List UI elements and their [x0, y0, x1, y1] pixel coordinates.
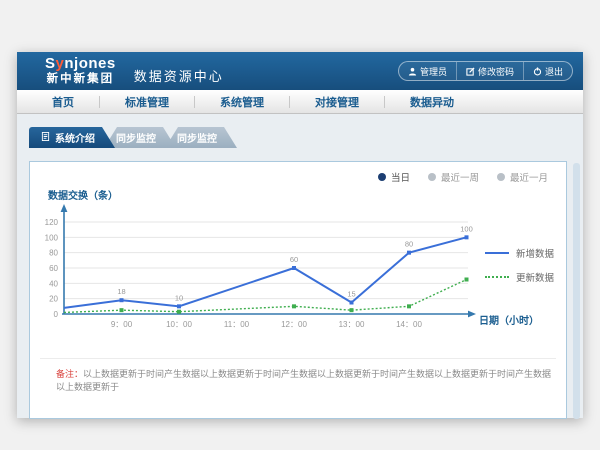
svg-text:100: 100: [45, 233, 59, 242]
edit-icon: [466, 67, 475, 76]
tab-bar: 系统介绍 同步监控 同步监控: [29, 127, 583, 148]
svg-text:80: 80: [405, 240, 413, 249]
nav-item-interface-mgmt[interactable]: 对接管理: [290, 94, 384, 110]
svg-text:60: 60: [290, 255, 298, 264]
brand-pre: S: [45, 55, 56, 72]
tab-sync-monitor-2[interactable]: 同步监控: [165, 127, 237, 148]
radio-label: 最近一周: [441, 170, 479, 184]
tab-system-intro[interactable]: 系统介绍: [29, 127, 115, 148]
nav-item-system-mgmt[interactable]: 系统管理: [195, 94, 289, 110]
brand-name: Synjones: [45, 56, 116, 71]
footnote-text: 以上数据更新于时间产生数据以上数据更新于时间产生数据以上数据更新于时间产生数据以…: [56, 369, 551, 392]
svg-text:40: 40: [49, 279, 58, 288]
footnote-prefix: 备注：: [56, 369, 83, 379]
document-icon: [41, 132, 50, 144]
nav-item-data-change[interactable]: 数据异动: [385, 94, 479, 110]
user-icon: [408, 67, 417, 76]
tab-label: 同步监控: [177, 130, 217, 145]
radio-label: 最近一月: [510, 170, 548, 184]
app-header: Synjones 新中新集团 数据资源中心 管理员 修改密码 退出: [17, 52, 583, 90]
app-window: Synjones 新中新集团 数据资源中心 管理员 修改密码 退出: [17, 52, 583, 418]
legend-update-data: 更新数据: [485, 270, 554, 284]
radio-today[interactable]: 当日: [378, 170, 410, 184]
legend-label: 新增数据: [516, 246, 554, 260]
time-range-filter: 当日 最近一周 最近一月: [378, 170, 548, 184]
scrollbar[interactable]: [573, 163, 580, 419]
radio-last-month[interactable]: 最近一月: [497, 170, 548, 184]
user-label: 管理员: [420, 65, 447, 78]
svg-text:18: 18: [117, 287, 125, 296]
divider: [40, 358, 556, 359]
tab-label: 同步监控: [116, 130, 156, 145]
radio-label: 当日: [391, 170, 410, 184]
footnote: 备注：以上数据更新于时间产生数据以上数据更新于时间产生数据以上数据更新于时间产生…: [56, 368, 552, 393]
radio-dot-icon: [428, 173, 436, 181]
user-menu: 管理员 修改密码 退出: [398, 61, 573, 81]
svg-text:20: 20: [49, 295, 58, 304]
main-nav: 首页 标准管理 系统管理 对接管理 数据异动: [17, 90, 583, 114]
current-user-button[interactable]: 管理员: [399, 62, 456, 80]
legend-new-data: 新增数据: [485, 246, 554, 260]
line-chart: 0 20 40 60 80 100 120 9：00 10：00 11：00 12：00 13：00 1…: [38, 190, 558, 340]
company-logo: Synjones 新中新集团: [45, 56, 116, 86]
svg-text:11：00: 11：00: [224, 320, 250, 329]
svg-text:14：00: 14：00: [396, 320, 422, 329]
chart-container: 0 20 40 60 80 100 120 9：00 10：00 11：00 12：00 13：00 1…: [38, 190, 558, 345]
radio-dot-icon: [378, 173, 386, 181]
svg-text:12：00: 12：00: [281, 320, 307, 329]
chart-panel: 当日 最近一周 最近一月 0 20 40 60 80 100 120 9：00 10：00 11：…: [29, 161, 567, 419]
dotted-line-icon: [485, 276, 509, 278]
logout-icon: [533, 67, 542, 76]
page: { "header": { "logo": { "brand_pre": "S"…: [0, 0, 600, 450]
svg-text:13：00: 13：00: [339, 320, 365, 329]
chart-legend: 新增数据 更新数据: [485, 246, 554, 294]
svg-text:日期（小时）: 日期（小时）: [479, 314, 539, 327]
logout-label: 退出: [545, 65, 563, 78]
svg-text:100: 100: [460, 224, 473, 233]
content-area: 系统介绍 同步监控 同步监控 当日 最近一周: [17, 127, 583, 430]
svg-text:60: 60: [49, 264, 58, 273]
nav-item-standard-mgmt[interactable]: 标准管理: [100, 94, 194, 110]
change-password-button[interactable]: 修改密码: [456, 62, 523, 80]
svg-text:120: 120: [45, 218, 59, 227]
logout-button[interactable]: 退出: [523, 62, 572, 80]
svg-text:15: 15: [347, 290, 355, 299]
svg-text:0: 0: [54, 310, 59, 319]
svg-text:10: 10: [175, 293, 183, 302]
brand-post: njones: [64, 55, 115, 72]
svg-text:9：00: 9：00: [111, 320, 133, 329]
change-password-label: 修改密码: [478, 65, 514, 78]
legend-label: 更新数据: [516, 270, 554, 284]
svg-text:10：00: 10：00: [166, 320, 192, 329]
radio-dot-icon: [497, 173, 505, 181]
tab-sync-monitor-1[interactable]: 同步监控: [104, 127, 176, 148]
tab-label: 系统介绍: [55, 130, 95, 145]
company-name: 新中新集团: [45, 74, 116, 86]
svg-text:数据交换（条）: 数据交换（条）: [48, 190, 118, 202]
svg-text:80: 80: [49, 249, 58, 258]
radio-last-week[interactable]: 最近一周: [428, 170, 479, 184]
nav-item-home[interactable]: 首页: [27, 94, 99, 110]
solid-line-icon: [485, 252, 509, 254]
page-title: 数据资源中心: [134, 66, 224, 85]
